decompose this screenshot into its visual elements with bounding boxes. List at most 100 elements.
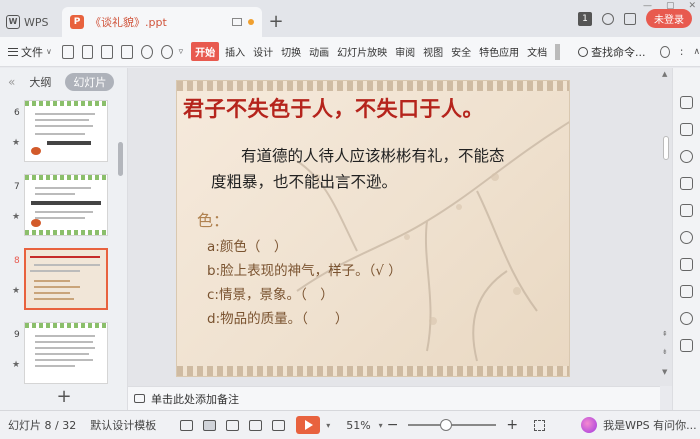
wps-label: WPS [24,15,49,29]
zoom-slider-knob[interactable] [440,419,453,431]
monitor-icon[interactable] [232,18,242,26]
slide-bottom-border [177,366,569,376]
scroll-page-up-icon[interactable]: ⇞ [662,330,668,338]
tab-transitions[interactable]: 切换 [279,42,303,61]
theme-icon[interactable] [680,204,693,217]
speaker-view-icon[interactable] [272,419,286,431]
canvas-scrollbar[interactable]: ▲ ⇞ ⇟ ▼ [660,68,672,386]
redo-icon[interactable] [160,44,173,59]
maximize-icon[interactable]: ▢ [666,1,675,11]
assistant-label: 我是WPS 有问你... [603,419,697,432]
shield-icon[interactable] [680,339,693,352]
close-icon[interactable]: ✕ [688,1,696,11]
customize-chevron-icon[interactable]: ▿ [179,47,184,57]
list-item: b:脸上表现的神气，样子。（√ ） [207,263,402,279]
fit-window-icon[interactable] [534,419,546,431]
window-count-badge[interactable]: 1 [578,11,592,26]
play-slideshow-button[interactable] [296,416,321,434]
slide-number: 8 [14,256,20,266]
tab-insert[interactable]: 插入 [223,42,247,61]
zoom-chevron-icon[interactable]: ▾ [379,421,383,430]
print-preview-icon[interactable] [121,44,134,59]
help-icon[interactable] [659,45,670,58]
animation-star-icon: ★ [12,138,21,148]
tab-animations[interactable]: 动画 [307,42,331,61]
current-slide[interactable]: 君子不失色于人，不失口于人。 有道德的人待人应该彬彬有礼，不能态 度粗暴，也不能… [176,80,570,377]
object-properties-icon[interactable] [680,123,693,136]
print-icon[interactable] [101,44,114,59]
undo-icon[interactable] [141,44,153,59]
command-search-label: 查找命令... [591,45,646,59]
presentation-file-icon: P [70,15,84,29]
list-item: c:情景，景象。（ ） [207,287,334,303]
slide-thumbnail[interactable] [24,174,108,236]
list-item: a:颜色（ ） [207,239,288,255]
file-menu[interactable]: 文件 ∨ [8,44,52,60]
skin-icon[interactable] [602,12,614,25]
settings-icon[interactable] [624,12,636,25]
add-slide-button[interactable]: + [0,386,128,410]
tab-home[interactable]: 开始 [191,42,220,61]
open-folder-icon[interactable] [61,44,74,59]
zoom-in-button[interactable]: + [506,417,518,433]
paragraph-line-1: 有道德的人待人应该彬彬有礼，不能态 [241,147,505,165]
zoom-slider[interactable] [408,419,497,431]
ribbon-scroll-icon[interactable] [555,43,561,60]
reading-view-icon[interactable] [249,419,263,431]
animation-star-icon: ★ [12,212,21,222]
zoom-level[interactable]: 51% [346,419,370,432]
collapse-ribbon-icon[interactable]: ∧ [693,47,700,57]
scroll-page-down-icon[interactable]: ⇟ [662,348,668,356]
tab-slideshow[interactable]: 幻灯片放映 [335,42,389,61]
new-tab-button[interactable]: + [262,7,290,37]
tab-security[interactable]: 安全 [449,42,473,61]
file-menu-label: 文件 [21,45,43,59]
save-icon[interactable] [81,44,94,59]
slide-thumbnail[interactable] [24,322,108,384]
tab-view[interactable]: 视图 [421,42,445,61]
tab-outline[interactable]: 大纲 [29,74,51,90]
pin-icon[interactable] [680,96,693,109]
adjust-icon[interactable] [680,177,693,190]
notes-bar[interactable]: 单击此处添加备注 [128,386,660,410]
thumbnail-scrollbar[interactable] [118,142,123,176]
color-icon[interactable] [680,312,693,325]
play-options-chevron-icon[interactable]: ▾ [326,421,330,430]
zoom-out-button[interactable]: − [387,417,399,433]
scroll-up-icon[interactable]: ▲ [662,70,667,78]
star-icon[interactable] [680,231,693,244]
wps-home-tab[interactable]: W WPS [0,7,58,37]
normal-view-icon[interactable] [203,419,217,431]
shape-icon[interactable] [680,150,693,163]
command-search[interactable]: 查找命令... [578,44,646,60]
tab-design[interactable]: 设计 [251,42,275,61]
slide-title: 君子不失色于人，不失口于人。 [183,96,484,121]
slide-counter: 幻灯片 8 / 32 [8,419,77,432]
design-template[interactable]: 默认设计模板 [90,417,156,433]
thumbnail-item[interactable]: 7 ★ [0,172,118,240]
scrollbar-thumb[interactable] [663,136,669,160]
more-icon[interactable]: : [680,45,684,58]
slide-canvas: 君子不失色于人，不失口于人。 有道德的人待人应该彬彬有礼，不能态 度粗暴，也不能… [128,68,660,386]
tab-slides[interactable]: 幻灯片 [65,73,115,91]
thumbnail-item[interactable]: 6 ★ [0,98,118,166]
thumbnail-item[interactable]: 9 ★ [0,320,118,386]
slide-library-icon[interactable] [680,258,693,271]
plum-blossom-background [296,121,569,362]
slide-sorter-icon[interactable] [226,419,240,431]
tab-features[interactable]: 特色应用 [477,42,521,61]
assistant-helper[interactable]: 我是WPS 有问你... [581,417,697,433]
notes-toggle-icon[interactable] [180,419,194,431]
slide-thumbnail[interactable] [24,100,108,162]
slide-thumbnail[interactable] [24,248,108,310]
thumbnail-item-selected[interactable]: 8 ★ [0,246,118,314]
document-tab[interactable]: P 《谈礼貌》.ppt [62,7,262,37]
minimize-icon[interactable]: — [643,1,652,11]
definition-list: a:颜色（ ） b:脸上表现的神气，样子。（√ ） c:情景，景象。（ ） d:… [207,235,402,331]
collapse-panel-icon[interactable]: « [8,75,15,89]
scroll-down-icon[interactable]: ▼ [662,368,667,376]
image-icon[interactable] [680,285,693,298]
login-button[interactable]: 未登录 [646,9,692,28]
tab-review[interactable]: 审阅 [393,42,417,61]
tab-document[interactable]: 文档 [525,42,549,61]
